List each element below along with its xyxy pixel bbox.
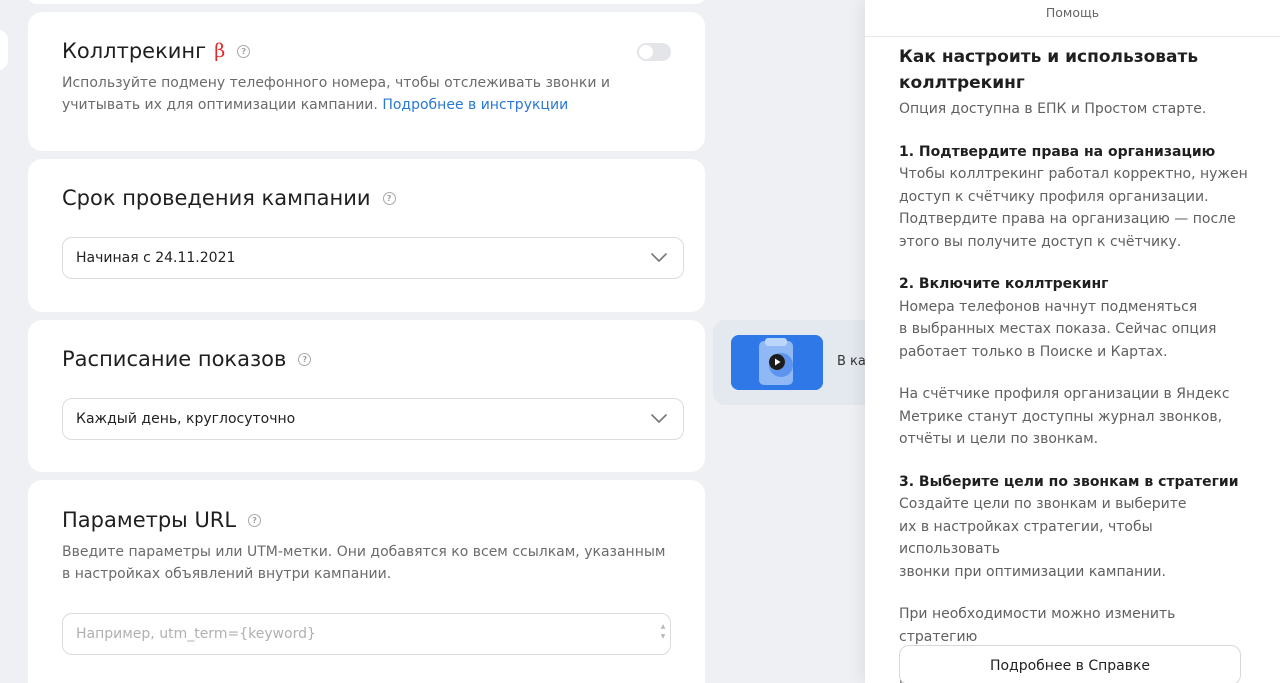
calltracking-title-text: Коллтрекинг <box>62 39 207 63</box>
url-params-title-text: Параметры URL <box>62 508 237 532</box>
help-step-title: 3. Выберите цели по звонкам в стратегии <box>899 473 1239 490</box>
beta-badge: β <box>214 40 226 62</box>
url-params-input[interactable] <box>62 613 671 655</box>
play-icon[interactable] <box>769 354 785 370</box>
help-step-text: Создайте цели по звонкам и выберите их в… <box>899 496 1187 580</box>
previous-card-edge <box>28 0 705 4</box>
help-panel: Помощь Как настроить и использовать колл… <box>865 0 1280 683</box>
url-params-card: Параметры URL ? Введите параметры или UT… <box>28 480 705 683</box>
help-note-text: На счётчике профиля организации в Яндекс… <box>899 386 1230 447</box>
collapsed-side-tab[interactable] <box>0 30 8 70</box>
question-icon[interactable]: ? <box>237 44 251 58</box>
help-panel-header: Помощь <box>865 0 1280 37</box>
more-in-help-button[interactable]: Подробнее в Справке <box>899 645 1241 683</box>
help-title: Как настроить и использовать коллтрекинг <box>899 47 1199 93</box>
schedule-select[interactable]: Каждый день, круглосуточно <box>62 398 684 440</box>
help-step-2: 2. Включите коллтрекинг Номера телефонов… <box>899 273 1249 363</box>
schedule-title-text: Расписание показов <box>62 347 287 371</box>
calltracking-card: Коллтрекинг β ? Используйте подмену теле… <box>28 12 705 151</box>
video-thumbnail[interactable] <box>731 335 823 390</box>
help-note: На счётчике профиля организации в Яндекс… <box>899 383 1249 451</box>
question-icon[interactable]: ? <box>248 513 262 527</box>
schedule-title: Расписание показов ? <box>62 347 312 371</box>
url-params-description: Введите параметры или UTM-метки. Они доб… <box>62 544 666 582</box>
help-step-title: 1. Подтвердите права на организацию <box>899 143 1216 160</box>
help-panel-body: Как настроить и использовать коллтрекинг… <box>899 44 1249 683</box>
calltracking-title: Коллтрекинг β ? <box>62 39 251 63</box>
promo-text: В ка <box>837 354 866 369</box>
campaign-period-card: Срок проведения кампании ? Начиная с 24.… <box>28 159 705 312</box>
schedule-card: Расписание показов ? Каждый день, кругло… <box>28 320 705 472</box>
chevron-down-icon <box>651 414 667 423</box>
campaign-period-value: Начиная с 24.11.2021 <box>76 250 236 266</box>
help-step-title: 2. Включите коллтрекинг <box>899 276 1109 292</box>
schedule-value: Каждый день, круглосуточно <box>76 411 296 427</box>
resize-handle-icon: ▲ ▼ <box>660 623 666 640</box>
url-params-title: Параметры URL ? <box>62 508 262 532</box>
instructions-link[interactable]: Подробнее в инструкции <box>382 97 568 113</box>
campaign-period-select[interactable]: Начиная с 24.11.2021 <box>62 237 684 279</box>
help-subtitle: Опция доступна в ЕПК и Простом старте. <box>899 101 1207 117</box>
video-promo-card[interactable]: В ка <box>713 320 883 405</box>
campaign-period-title: Срок проведения кампании ? <box>62 186 396 210</box>
campaign-period-title-text: Срок проведения кампании <box>62 186 371 210</box>
help-step-3: 3. Выберите цели по звонкам в стратегии … <box>899 471 1249 584</box>
question-icon[interactable]: ? <box>298 352 312 366</box>
question-icon[interactable]: ? <box>382 191 396 205</box>
help-step-1: 1. Подтвердите права на организацию Чтоб… <box>899 141 1249 254</box>
chevron-down-icon <box>651 253 667 262</box>
calltracking-toggle[interactable] <box>637 43 671 61</box>
help-step-text: Номера телефонов начнут подменяться в вы… <box>899 298 1217 360</box>
campaign-settings-page: Коллтрекинг β ? Используйте подмену теле… <box>0 0 1280 683</box>
help-step-text: Чтобы коллтрекинг работал корректно, нуж… <box>899 166 1248 250</box>
calltracking-description: Используйте подмену телефонного номера, … <box>62 72 682 116</box>
